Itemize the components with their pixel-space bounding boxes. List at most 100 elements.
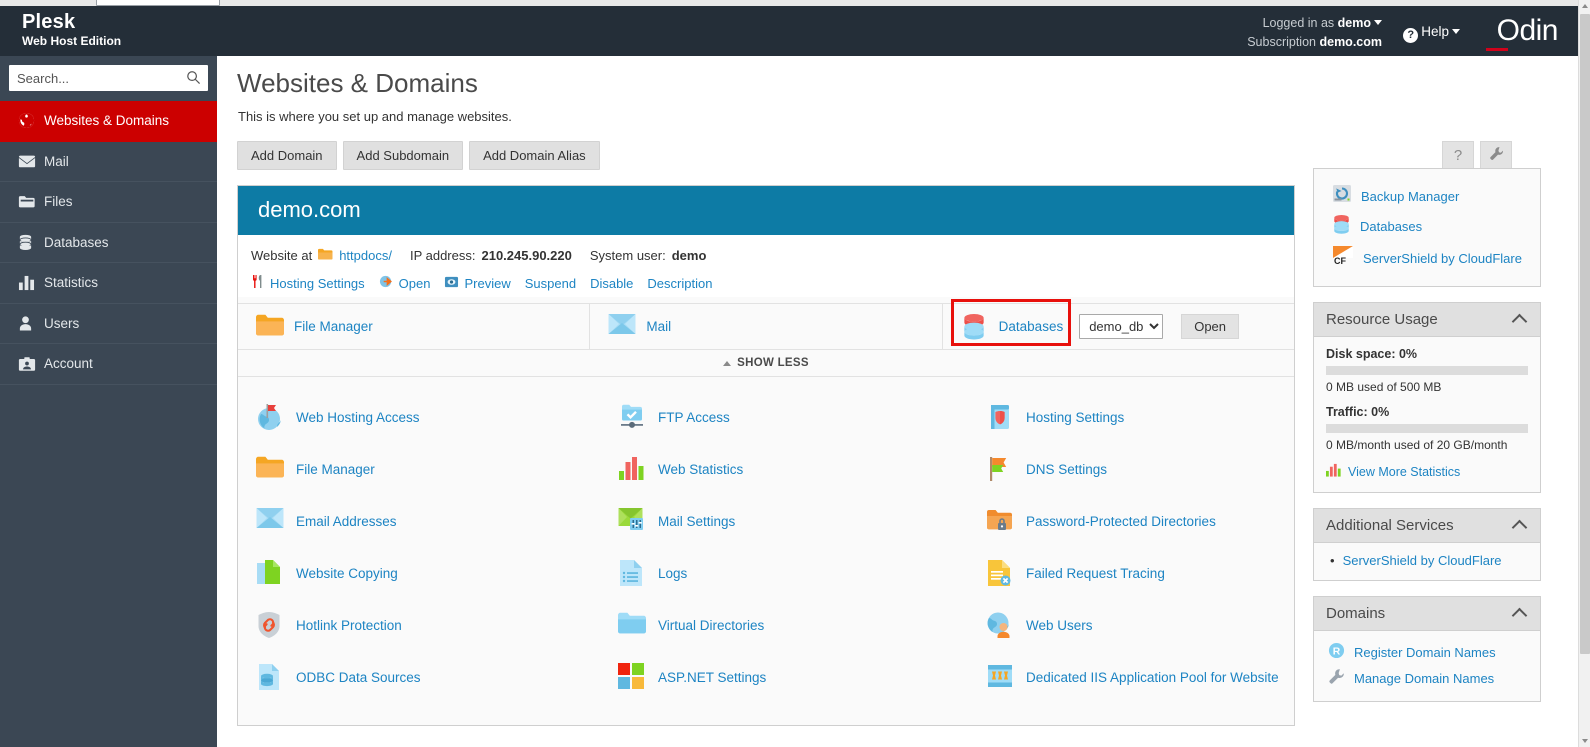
quick-link-servershield[interactable]: CF ServerShield by CloudFlare — [1314, 242, 1540, 274]
website-copying-link[interactable]: Website Copying — [296, 566, 398, 581]
quick-link-backup-manager[interactable]: Backup Manager — [1314, 181, 1540, 211]
chevron-down-icon[interactable] — [1452, 29, 1460, 34]
ftp-access-link[interactable]: FTP Access — [658, 410, 730, 425]
add-domain-alias-button[interactable]: Add Domain Alias — [469, 141, 600, 170]
grid-item-virtual-directories[interactable]: Virtual Directories — [600, 599, 968, 651]
add-domain-button[interactable]: Add Domain — [237, 141, 337, 170]
aspnet-settings-link[interactable]: ASP.NET Settings — [658, 670, 766, 685]
hosting-settings-action[interactable]: Hosting Settings — [251, 274, 365, 292]
grid-item-hosting-settings[interactable]: Hosting Settings — [968, 391, 1294, 443]
grid-item-dns-settings[interactable]: DNS Settings — [968, 443, 1294, 495]
databases-rail-link[interactable]: Databases — [1360, 218, 1422, 235]
subscription-label: Subscription — [1247, 35, 1316, 49]
grid-item-failed-request-tracing[interactable]: Failed Request Tracing — [968, 547, 1294, 599]
folder-orange-icon — [318, 248, 333, 263]
backup-manager-link[interactable]: Backup Manager — [1361, 188, 1459, 205]
logged-in-row[interactable]: Logged in as demo — [1247, 14, 1382, 33]
open-database-button[interactable]: Open — [1181, 314, 1240, 339]
register-domain-names-link[interactable]: Register Domain Names — [1354, 644, 1496, 661]
grid-item-password-protected-directories[interactable]: Password-Protected Directories — [968, 495, 1294, 547]
sidebar-item-users[interactable]: Users — [0, 304, 217, 344]
grid-item-mail-settings[interactable]: Mail Settings — [600, 495, 968, 547]
grid-item-website-copying[interactable]: Website Copying — [238, 547, 600, 599]
manage-domain-names-link[interactable]: Manage Domain Names — [1354, 670, 1494, 687]
dns-settings-link[interactable]: DNS Settings — [1026, 462, 1107, 477]
failed-request-tracing-link[interactable]: Failed Request Tracing — [1026, 566, 1165, 581]
view-more-statistics-link[interactable]: View More Statistics — [1348, 465, 1460, 479]
email-addresses-link[interactable]: Email Addresses — [296, 514, 397, 529]
tool-databases[interactable]: Databases demo_db Open — [943, 299, 1294, 349]
add-subdomain-button[interactable]: Add Subdomain — [342, 141, 464, 170]
web-statistics-link[interactable]: Web Statistics — [658, 462, 743, 477]
virtual-directories-link[interactable]: Virtual Directories — [658, 618, 764, 633]
grid-item-dedicated-iis-application-pool[interactable]: Dedicated IIS Application Pool for Websi… — [968, 651, 1294, 703]
grid-item-ftp-access[interactable]: FTP Access — [600, 391, 968, 443]
grid-item-hotlink-protection[interactable]: Hotlink Protection — [238, 599, 600, 651]
tool-mail[interactable]: Mail — [590, 304, 943, 349]
sidebar-item-files[interactable]: Files — [0, 182, 217, 223]
open-link[interactable]: Open — [399, 276, 431, 291]
grid-item-web-hosting-access[interactable]: Web Hosting Access — [238, 391, 600, 443]
show-less-toggle[interactable]: SHOW LESS — [238, 349, 1294, 377]
quick-link-databases[interactable]: Databases — [1314, 211, 1540, 242]
grid-item-aspnet-settings[interactable]: ASP.NET Settings — [600, 651, 968, 703]
chevron-up-icon — [723, 360, 732, 366]
chevron-down-icon[interactable] — [1374, 20, 1382, 25]
grid-item-email-addresses[interactable]: Email Addresses — [238, 495, 600, 547]
scroll-down-arrow-icon[interactable] — [1582, 739, 1588, 743]
grid-item-web-users[interactable]: Web Users — [968, 599, 1294, 651]
hosting-settings-grid-link[interactable]: Hosting Settings — [1026, 410, 1124, 425]
servershield-cloudflare-service-link[interactable]: ServerShield by CloudFlare — [1343, 553, 1502, 568]
grid-item-odbc-data-sources[interactable]: ODBC Data Sources — [238, 651, 600, 703]
databases-link[interactable]: Databases — [999, 319, 1064, 334]
web-users-link[interactable]: Web Users — [1026, 618, 1093, 633]
chevron-up-icon[interactable] — [1511, 607, 1528, 624]
scrollbar-thumb[interactable] — [1580, 14, 1590, 654]
sidebar-item-websites-domains[interactable]: Websites & Domains — [0, 101, 217, 142]
hosting-settings-link[interactable]: Hosting Settings — [270, 276, 365, 291]
tool-file-manager[interactable]: File Manager — [238, 304, 591, 349]
domains-header[interactable]: Domains — [1314, 597, 1540, 631]
sidebar-item-account[interactable]: Account — [0, 344, 217, 385]
webroot-link[interactable]: httpdocs/ — [339, 248, 392, 263]
sidebar-item-statistics[interactable]: Statistics — [0, 263, 217, 304]
help-menu[interactable]: ? Help — [1403, 24, 1460, 43]
sidebar-item-databases[interactable]: Databases — [0, 223, 217, 263]
disable-link[interactable]: Disable — [590, 276, 633, 291]
grid-item-file-manager[interactable]: File Manager — [238, 443, 600, 495]
logs-link[interactable]: Logs — [658, 566, 687, 581]
additional-service-item[interactable]: • ServerShield by CloudFlare — [1326, 553, 1528, 568]
help-button[interactable]: ? — [1442, 141, 1474, 169]
additional-services-header[interactable]: Additional Services — [1314, 509, 1540, 543]
hotlink-protection-link[interactable]: Hotlink Protection — [296, 618, 402, 633]
search-input[interactable] — [9, 65, 208, 91]
web-hosting-access-link[interactable]: Web Hosting Access — [296, 410, 420, 425]
chevron-up-icon[interactable] — [1511, 519, 1528, 536]
grid-item-web-statistics[interactable]: Web Statistics — [600, 443, 968, 495]
search-box[interactable] — [9, 65, 208, 91]
database-select[interactable]: demo_db — [1079, 314, 1164, 339]
open-action[interactable]: Open — [379, 274, 431, 292]
description-link[interactable]: Description — [647, 276, 712, 291]
domains-item-register[interactable]: R Register Domain Names — [1320, 639, 1528, 665]
odbc-data-sources-link[interactable]: ODBC Data Sources — [296, 670, 421, 685]
sidebar-item-mail[interactable]: Mail — [0, 142, 217, 182]
suspend-link[interactable]: Suspend — [525, 276, 576, 291]
preview-link[interactable]: Preview — [464, 276, 510, 291]
password-protected-directories-link[interactable]: Password-Protected Directories — [1026, 514, 1216, 529]
file-manager-grid-link[interactable]: File Manager — [296, 462, 375, 477]
grid-item-logs[interactable]: Logs — [600, 547, 968, 599]
servershield-cloudflare-link[interactable]: ServerShield by CloudFlare — [1363, 250, 1522, 267]
mail-settings-link[interactable]: Mail Settings — [658, 514, 735, 529]
dedicated-iis-application-pool-link[interactable]: Dedicated IIS Application Pool for Websi… — [1026, 670, 1279, 685]
view-more-statistics[interactable]: View More Statistics — [1326, 463, 1528, 480]
resource-usage-header[interactable]: Resource Usage — [1314, 303, 1540, 337]
chevron-up-icon[interactable] — [1511, 313, 1528, 330]
page-scrollbar[interactable] — [1578, 0, 1590, 747]
file-manager-link[interactable]: File Manager — [294, 319, 373, 334]
scroll-up-arrow-icon[interactable] — [1582, 4, 1588, 8]
preview-action[interactable]: Preview — [444, 275, 511, 292]
settings-button[interactable] — [1480, 141, 1512, 169]
domains-item-manage[interactable]: Manage Domain Names — [1320, 665, 1528, 691]
mail-link[interactable]: Mail — [646, 319, 671, 334]
